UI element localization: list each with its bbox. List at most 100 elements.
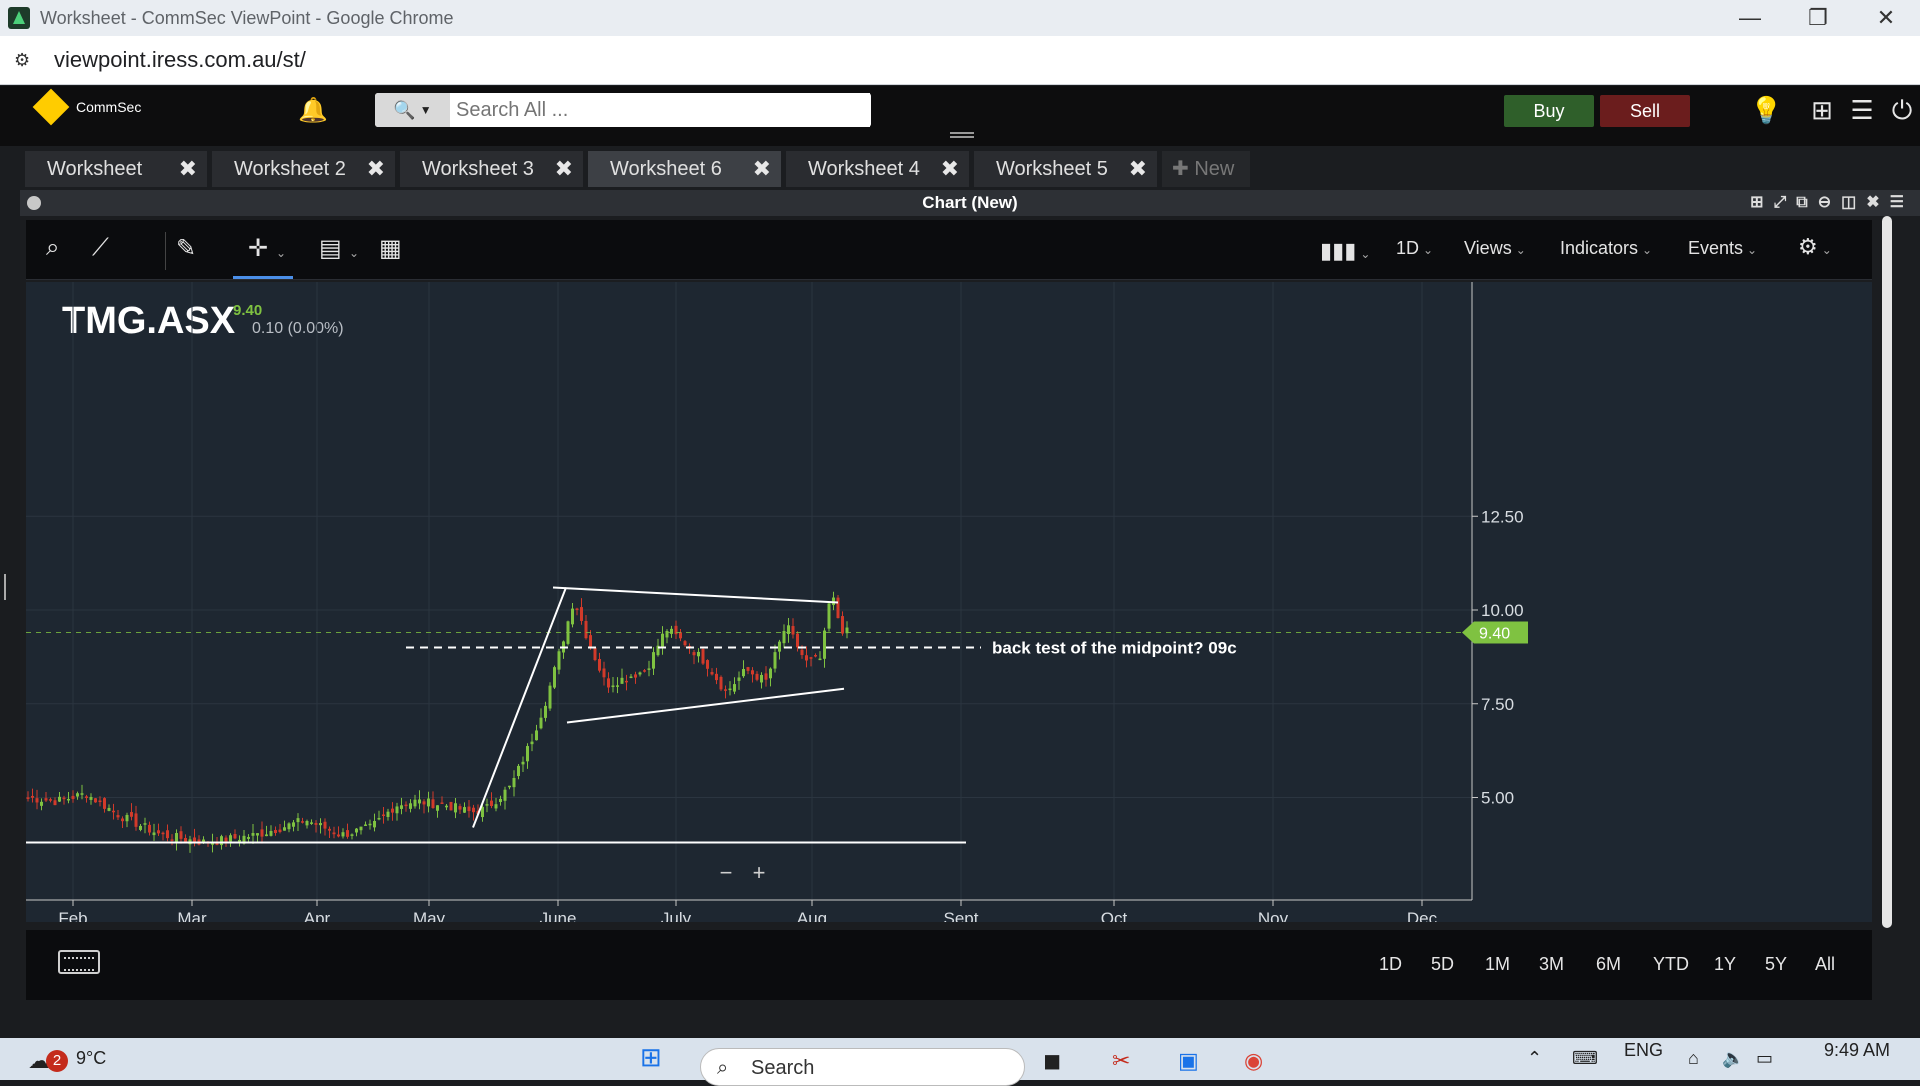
snipping-tool-icon[interactable]: ✂: [1112, 1048, 1130, 1074]
panel-link-icon[interactable]: [27, 196, 41, 210]
comment-icon[interactable]: ▤: [319, 234, 342, 263]
x-tick-label: Dec: [1407, 909, 1438, 922]
candlestick-type-icon[interactable]: ▮▮▮ ⌄: [1320, 238, 1370, 264]
restore-button[interactable]: ❐: [1784, 0, 1852, 36]
chart-area[interactable]: TMG.ASX 9.40 0.10 (0.00%) back test of t…: [26, 282, 1872, 922]
range-1m[interactable]: 1M: [1485, 954, 1510, 975]
close-tab-icon[interactable]: ✖: [941, 151, 959, 187]
candle-body: [256, 833, 259, 836]
plus-icon[interactable]: ⊞: [1806, 94, 1838, 126]
expand-icon[interactable]: ⤢: [1773, 194, 1796, 211]
bell-icon[interactable]: 🔔: [298, 96, 328, 126]
sell-button[interactable]: Sell: [1600, 95, 1690, 127]
candle-body: [611, 685, 615, 688]
zoom-in-button[interactable]: +: [753, 860, 766, 885]
panel-menu-icon[interactable]: ☰: [1890, 194, 1914, 211]
range-6m[interactable]: 6M: [1596, 954, 1621, 975]
chevron-down-icon[interactable]: ⌄: [276, 246, 286, 260]
tab-worksheet[interactable]: Worksheet ✖: [25, 151, 207, 187]
candle-body: [44, 798, 48, 801]
split-icon[interactable]: ◫: [1841, 194, 1866, 211]
candle-body: [449, 801, 453, 811]
candle-body: [368, 823, 372, 826]
interval-dropdown[interactable]: 1D ⌄: [1396, 238, 1433, 259]
indicators-dropdown[interactable]: Indicators ⌄: [1560, 238, 1652, 259]
magnifier-icon[interactable]: ⌕: [46, 234, 59, 262]
candle-body: [616, 685, 619, 687]
menu-icon[interactable]: ☰: [1846, 94, 1878, 126]
buy-button[interactable]: Buy: [1504, 95, 1594, 127]
pencil-icon[interactable]: ✎: [176, 234, 196, 263]
candle-body: [296, 818, 300, 823]
chevron-up-icon[interactable]: ⌃: [1527, 1048, 1542, 1069]
x-tick-label: Oct: [1101, 909, 1128, 922]
tab-worksheet-3[interactable]: Worksheet 3 ✖: [400, 151, 583, 187]
tab-worksheet-6[interactable]: Worksheet 6 ✖: [588, 151, 781, 187]
range-5y[interactable]: 5Y: [1765, 954, 1787, 975]
chevron-down-icon: ⌄: [1515, 243, 1526, 257]
range-all[interactable]: All: [1815, 954, 1835, 975]
add-panel-icon[interactable]: ⊞: [1750, 194, 1773, 211]
range-5d[interactable]: 5D: [1431, 954, 1454, 975]
close-tab-icon[interactable]: ✖: [179, 151, 197, 187]
candle-body: [382, 814, 385, 816]
crosshair-icon[interactable]: ✛: [248, 234, 268, 263]
table-icon[interactable]: ▦: [379, 234, 402, 263]
search-input[interactable]: [450, 93, 870, 127]
close-tab-icon[interactable]: ✖: [753, 151, 771, 187]
add-line-icon[interactable]: ⟋: [92, 234, 109, 262]
drag-handle[interactable]: [950, 132, 974, 138]
candle-body: [40, 801, 43, 806]
commsec-logo[interactable]: CommSec: [32, 88, 142, 126]
address-bar[interactable]: ⚙ viewpoint.iress.com.au/st/: [0, 36, 1920, 85]
minimize-panel-icon[interactable]: ⊖: [1818, 194, 1841, 211]
close-window-button[interactable]: ✕: [1852, 0, 1920, 36]
brand-name: CommSec: [76, 99, 142, 115]
tab-worksheet-2[interactable]: Worksheet 2 ✖: [212, 151, 395, 187]
lightbulb-icon[interactable]: 💡: [1750, 94, 1782, 126]
price-chart[interactable]: back test of the midpoint? 09c 12.50 10.0…: [26, 282, 1872, 922]
task-view-icon[interactable]: ◼: [1043, 1048, 1061, 1074]
left-resize-handle[interactable]: [4, 574, 10, 600]
vertical-scrollbar[interactable]: [1882, 216, 1892, 928]
close-panel-icon[interactable]: ✖: [1866, 194, 1889, 211]
battery-icon[interactable]: ▭: [1756, 1048, 1773, 1069]
candle-body: [494, 804, 498, 809]
network-icon[interactable]: ⌂: [1688, 1048, 1699, 1069]
candle-body: [458, 806, 462, 810]
tab-worksheet-5[interactable]: Worksheet 5 ✖: [974, 151, 1157, 187]
taskbar-search[interactable]: ⌕ Search: [700, 1048, 1025, 1086]
keyboard-icon[interactable]: [58, 950, 100, 974]
x-tick-label: Sept: [944, 909, 979, 922]
close-tab-icon[interactable]: ✖: [555, 151, 573, 187]
events-dropdown[interactable]: Events ⌄: [1688, 238, 1757, 259]
photos-icon[interactable]: ▣: [1178, 1048, 1199, 1074]
search-menu-button[interactable]: 🔍 ▼: [375, 93, 450, 127]
popout-icon[interactable]: ⧉: [1796, 194, 1817, 211]
range-1y[interactable]: 1Y: [1714, 954, 1736, 975]
close-tab-icon[interactable]: ✖: [367, 151, 385, 187]
gear-icon[interactable]: ⚙ ⌄: [1798, 234, 1832, 260]
power-icon[interactable]: ⏻: [1886, 94, 1918, 126]
candle-body: [454, 803, 457, 813]
range-ytd[interactable]: YTD: [1653, 954, 1689, 975]
minimize-button[interactable]: —: [1716, 0, 1784, 36]
clock-time[interactable]: 9:49 AM: [1824, 1040, 1890, 1061]
views-dropdown[interactable]: Views ⌄: [1464, 238, 1526, 259]
url-text[interactable]: viewpoint.iress.com.au/st/: [54, 47, 306, 73]
language-indicator[interactable]: ENG: [1624, 1040, 1663, 1061]
keyboard-icon[interactable]: ⌨: [1572, 1048, 1598, 1069]
tab-worksheet-4[interactable]: Worksheet 4 ✖: [786, 151, 969, 187]
new-tab-button[interactable]: ✚ New: [1162, 151, 1250, 187]
close-tab-icon[interactable]: ✖: [1129, 151, 1147, 187]
range-1d[interactable]: 1D: [1379, 954, 1402, 975]
volume-icon[interactable]: 🔈: [1722, 1048, 1744, 1069]
range-3m[interactable]: 3M: [1539, 954, 1564, 975]
candle-body: [346, 830, 349, 837]
chrome-icon[interactable]: ◉: [1244, 1048, 1263, 1074]
site-settings-icon[interactable]: ⚙: [14, 50, 38, 71]
zoom-out-button[interactable]: −: [720, 860, 733, 885]
chevron-down-icon[interactable]: ⌄: [349, 246, 359, 260]
windows-start-icon[interactable]: ⊞: [640, 1042, 662, 1073]
candle-body: [422, 801, 426, 805]
